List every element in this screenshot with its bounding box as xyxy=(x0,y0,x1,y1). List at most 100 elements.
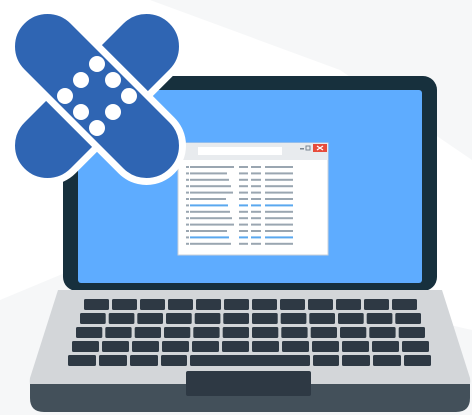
content-line xyxy=(190,166,234,168)
content-line xyxy=(186,172,189,175)
content-line xyxy=(265,204,293,207)
content-line xyxy=(239,178,248,181)
content-line xyxy=(265,172,293,175)
keyboard-key xyxy=(366,313,393,324)
content-line xyxy=(251,166,261,168)
content-line xyxy=(251,210,261,213)
content-line xyxy=(251,178,261,181)
keyboard-key xyxy=(162,341,189,352)
content-line xyxy=(265,185,293,188)
keyboard-key xyxy=(194,313,221,324)
content-line xyxy=(251,198,261,200)
keyboard-key xyxy=(105,327,132,338)
content-line xyxy=(251,191,261,194)
keyboard-key xyxy=(402,341,429,352)
keyboard-key xyxy=(280,313,307,324)
content-line xyxy=(265,210,293,213)
content-line xyxy=(186,178,189,181)
space-bar xyxy=(190,355,310,366)
keyboard-key xyxy=(310,327,337,338)
keyboard-key xyxy=(196,299,221,310)
bandage-hole xyxy=(73,104,89,120)
content-line xyxy=(190,236,229,239)
content-line xyxy=(186,210,189,213)
keyboard-key xyxy=(282,341,309,352)
content-line xyxy=(186,236,189,239)
content-line xyxy=(186,191,189,194)
keyboard-key xyxy=(68,355,96,366)
content-line xyxy=(186,230,189,232)
keyboard-key xyxy=(168,299,193,310)
content-line xyxy=(190,223,234,226)
content-line xyxy=(239,242,248,245)
keyboard-key xyxy=(76,327,103,338)
bandage-hole xyxy=(89,56,105,72)
content-line xyxy=(265,236,293,239)
keyboard-key xyxy=(84,299,109,310)
content-line xyxy=(239,223,248,226)
keyboard-key xyxy=(338,313,364,324)
content-line xyxy=(186,185,189,188)
content-line xyxy=(265,217,293,220)
content-line xyxy=(251,223,261,226)
content-line xyxy=(186,242,189,245)
keyboard-key xyxy=(223,313,249,324)
keyboard-key xyxy=(364,299,389,310)
keyboard-key xyxy=(224,299,249,310)
content-line xyxy=(265,230,293,232)
keyboard-key xyxy=(108,313,135,324)
keyboard-key xyxy=(132,341,159,352)
keyboard-key xyxy=(398,327,425,338)
keyboard-key xyxy=(252,327,279,338)
content-line xyxy=(190,191,233,194)
bandage-hole xyxy=(57,88,73,104)
content-line xyxy=(239,166,248,168)
content-line xyxy=(190,217,232,220)
content-line xyxy=(239,185,248,188)
keyboard-key xyxy=(336,299,361,310)
keyboard-key xyxy=(373,355,401,366)
content-line xyxy=(239,236,248,239)
keyboard-key xyxy=(372,341,399,352)
keyboard-key xyxy=(193,327,220,338)
keyboard-key xyxy=(130,355,158,366)
content-line xyxy=(265,242,293,245)
trackpad xyxy=(186,371,311,396)
keyboard-key xyxy=(222,327,249,338)
keyboard-key xyxy=(140,299,165,310)
content-line xyxy=(265,178,293,181)
content-line xyxy=(186,198,189,200)
content-line xyxy=(251,185,261,188)
keyboard-key xyxy=(252,299,277,310)
app-window xyxy=(177,142,329,256)
content-line xyxy=(186,217,189,220)
content-line xyxy=(190,242,231,245)
content-line xyxy=(251,236,261,239)
content-line xyxy=(190,185,231,188)
keyboard-key xyxy=(369,327,396,338)
keyboard-key xyxy=(392,299,417,310)
keyboard-key xyxy=(340,327,367,338)
keyboard-key xyxy=(161,355,187,366)
content-line xyxy=(251,217,261,220)
keyboard-key xyxy=(252,341,279,352)
content-line xyxy=(265,166,293,168)
keyboard-key xyxy=(134,327,161,338)
content-line xyxy=(265,198,293,200)
content-line xyxy=(190,172,227,175)
bandage-hole xyxy=(89,120,105,136)
content-line xyxy=(265,191,293,194)
keyboard-key xyxy=(281,327,308,338)
keyboard-key xyxy=(313,355,339,366)
bandage-hole xyxy=(105,72,121,88)
bandage-hole xyxy=(105,104,121,120)
keyboard-key xyxy=(164,327,191,338)
content-line xyxy=(190,198,226,200)
keyboard-key xyxy=(342,341,369,352)
keyboard-key xyxy=(395,313,421,324)
content-line xyxy=(239,217,248,220)
keyboard-key xyxy=(166,313,192,324)
content-line xyxy=(265,223,293,226)
minimize-icon xyxy=(300,148,304,150)
keyboard-key xyxy=(342,355,370,366)
